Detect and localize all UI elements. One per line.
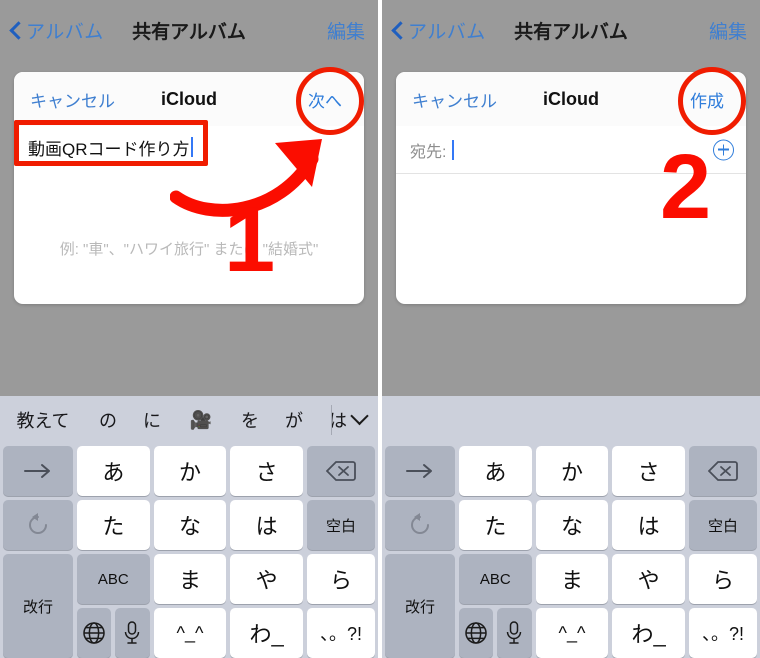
kana-a-key[interactable]: あ: [459, 446, 532, 496]
undo-key[interactable]: [385, 500, 455, 550]
album-name-hint: 例: "車"、"ハワイ旅行" または "結婚式": [59, 241, 319, 258]
kana-ha-key[interactable]: は: [230, 500, 303, 550]
backspace-icon: [707, 461, 738, 481]
globe-icon: [465, 622, 487, 644]
chevron-left-icon: [10, 21, 21, 40]
kana-ta-key[interactable]: た: [77, 500, 150, 550]
space-key[interactable]: 空白: [306, 500, 375, 550]
edit-button-right[interactable]: 編集: [709, 17, 747, 44]
suggestion-5[interactable]: が: [272, 407, 316, 433]
back-button-label: アルバム: [26, 21, 104, 43]
suggestion-bar-empty: [382, 396, 760, 444]
emoticon-key[interactable]: ^_^: [153, 608, 227, 658]
keyboard-right: あ か さ た な は 空白 ABC ま や ら 改行 ^_^ わ_ 、。?!: [382, 396, 760, 658]
chevron-left-icon: [392, 21, 403, 40]
kana-ya-key[interactable]: や: [230, 554, 303, 604]
annotation-circle-create: [678, 67, 746, 135]
plus-circle-icon[interactable]: [713, 139, 734, 160]
left-screen: アルバム 共有アルバム 編集 キャンセル iCloud 次へ 動画QRコード作り…: [0, 0, 378, 658]
kana-na-key[interactable]: な: [153, 500, 227, 550]
undo-icon: [29, 513, 47, 534]
kana-ka-key[interactable]: か: [153, 446, 227, 496]
text-cursor-right: [452, 139, 455, 160]
annotation-highlight-box: [14, 120, 208, 166]
suggestion-1[interactable]: の: [86, 407, 130, 433]
emoticon-key[interactable]: ^_^: [535, 608, 609, 658]
suggestion-3-movie-camera-icon[interactable]: 🎥: [174, 410, 228, 431]
kana-ta-key[interactable]: た: [459, 500, 532, 550]
annotation-circle-next: [296, 67, 364, 135]
kana-wa-key[interactable]: わ_: [612, 608, 685, 658]
suggestion-4[interactable]: を: [228, 407, 272, 433]
right-screen: アルバム 共有アルバム 編集 キャンセル iCloud 作成 宛先: 2 あ か…: [382, 0, 760, 658]
recipient-row[interactable]: 宛先:: [396, 126, 746, 174]
microphone-key[interactable]: [115, 608, 150, 658]
screenshot-root: アルバム 共有アルバム 編集 キャンセル iCloud 次へ 動画QRコード作り…: [0, 0, 760, 658]
kana-ha-key[interactable]: は: [612, 500, 685, 550]
kana-na-key[interactable]: な: [535, 500, 609, 550]
backspace-icon: [325, 461, 356, 481]
microphone-icon: [125, 621, 140, 644]
suggestion-0[interactable]: 教えて: [0, 407, 86, 433]
abc-key[interactable]: ABC: [459, 554, 532, 604]
punctuation-key[interactable]: 、。?!: [688, 608, 757, 658]
microphone-icon: [507, 621, 522, 644]
kana-a-key[interactable]: あ: [77, 446, 150, 496]
microphone-key[interactable]: [497, 608, 532, 658]
recipient-label: 宛先:: [410, 143, 447, 161]
kana-ra-key[interactable]: ら: [306, 554, 375, 604]
back-button-label-right: アルバム: [408, 21, 486, 43]
suggestion-2[interactable]: に: [130, 407, 174, 433]
abc-key[interactable]: ABC: [77, 554, 150, 604]
globe-mic-keys: [459, 608, 532, 658]
cancel-button[interactable]: キャンセル: [30, 87, 115, 112]
globe-mic-keys: [77, 608, 150, 658]
suggestion-bar: 教えて の に 🎥 を が は: [0, 396, 378, 444]
back-button-right[interactable]: アルバム: [392, 17, 486, 44]
kana-sa-key[interactable]: さ: [230, 446, 303, 496]
cancel-button-right[interactable]: キャンセル: [412, 87, 497, 112]
cursor-right-key[interactable]: [3, 446, 73, 496]
navigation-bar-right: アルバム 共有アルバム 編集: [382, 0, 760, 60]
kana-ma-key[interactable]: ま: [535, 554, 609, 604]
arrow-right-icon: [24, 464, 50, 478]
globe-key[interactable]: [77, 608, 112, 658]
arrow-right-icon: [406, 464, 432, 478]
key-grid: あ か さ た な は 空白 ABC ま や ら 改行 ^_^ わ_ 、。?!: [0, 444, 378, 658]
kana-ra-key[interactable]: ら: [688, 554, 757, 604]
suggestion-divider: [331, 405, 332, 435]
kana-ka-key[interactable]: か: [535, 446, 609, 496]
edit-button[interactable]: 編集: [327, 17, 365, 44]
cursor-right-key[interactable]: [385, 446, 455, 496]
delete-key[interactable]: [688, 446, 757, 496]
space-key[interactable]: 空白: [688, 500, 757, 550]
kana-wa-key[interactable]: わ_: [230, 608, 303, 658]
kana-sa-key[interactable]: さ: [612, 446, 685, 496]
kana-ya-key[interactable]: や: [612, 554, 685, 604]
return-key[interactable]: 改行: [3, 554, 73, 658]
delete-key[interactable]: [306, 446, 375, 496]
navigation-bar: アルバム 共有アルバム 編集: [0, 0, 378, 60]
key-grid-right: あ か さ た な は 空白 ABC ま や ら 改行 ^_^ わ_ 、。?!: [382, 444, 760, 658]
globe-key[interactable]: [459, 608, 494, 658]
keyboard-left: 教えて の に 🎥 を が は あ か さ た な は 空白 ABC ま や ら…: [0, 396, 378, 658]
undo-icon: [411, 513, 429, 534]
back-button[interactable]: アルバム: [10, 17, 104, 44]
undo-key[interactable]: [3, 500, 73, 550]
globe-icon: [83, 622, 105, 644]
punctuation-key[interactable]: 、。?!: [306, 608, 375, 658]
return-key[interactable]: 改行: [385, 554, 455, 658]
kana-ma-key[interactable]: ま: [153, 554, 227, 604]
